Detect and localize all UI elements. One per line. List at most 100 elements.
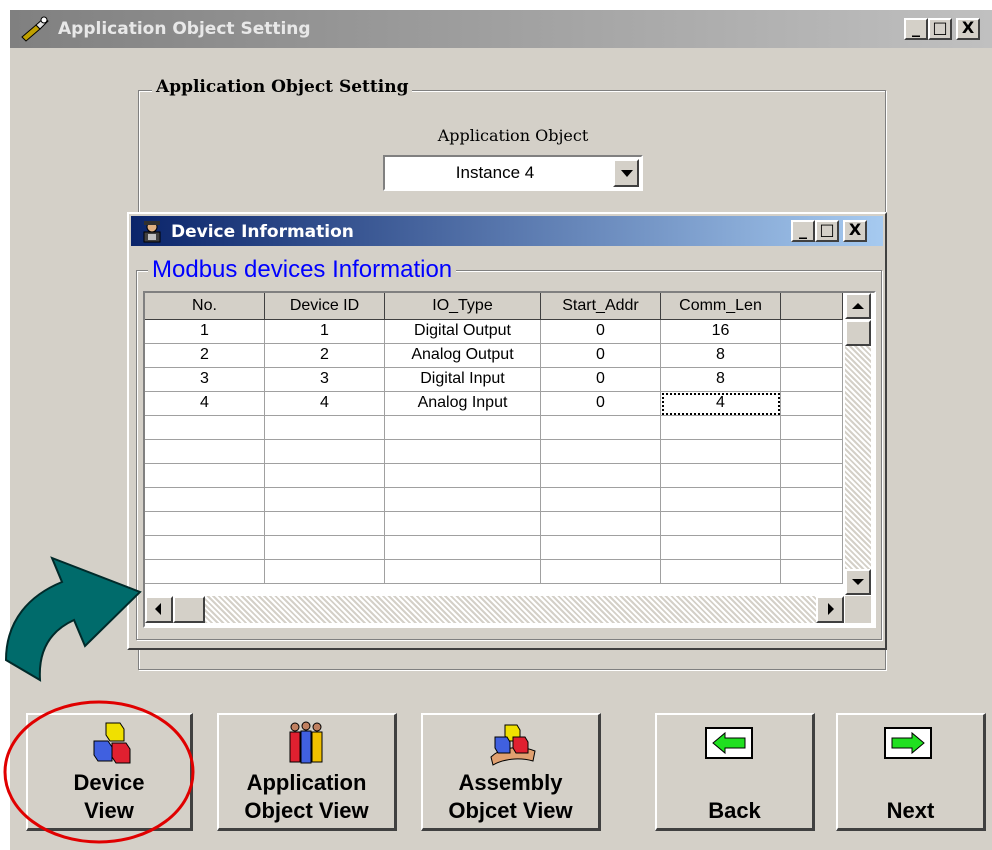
device-minimize-button[interactable]: _ (791, 220, 815, 242)
table-cell-empty[interactable] (385, 512, 541, 536)
device-close-button[interactable]: X (843, 220, 867, 242)
maximize-button[interactable]: □ (928, 18, 952, 40)
table-cell[interactable]: 8 (661, 368, 781, 392)
application-object-view-button[interactable]: Application Object View (217, 713, 397, 831)
column-header[interactable]: No. (145, 293, 265, 320)
vertical-scroll-thumb[interactable] (845, 320, 871, 346)
table-cell-empty[interactable] (661, 488, 781, 512)
next-label: Next (886, 798, 935, 823)
table-cell-empty[interactable] (661, 512, 781, 536)
table-cell-empty[interactable] (541, 464, 661, 488)
table-cell[interactable]: Analog Output (385, 344, 541, 368)
wrench-icon (21, 16, 49, 42)
table-cell-empty[interactable] (145, 464, 265, 488)
table-cell-empty[interactable] (541, 512, 661, 536)
table-cell-empty[interactable] (661, 440, 781, 464)
minimize-button[interactable]: _ (904, 18, 928, 40)
table-cell-empty[interactable] (661, 416, 781, 440)
table-cell-empty[interactable] (145, 416, 265, 440)
table-cell[interactable]: Digital Input (385, 368, 541, 392)
table-cell-empty[interactable] (385, 440, 541, 464)
table-cell-empty[interactable] (781, 344, 843, 368)
device-maximize-button[interactable]: □ (815, 220, 839, 242)
next-button[interactable]: Next (836, 713, 986, 831)
table-cell-empty[interactable] (541, 560, 661, 584)
table-cell-empty[interactable] (781, 536, 843, 560)
table-cell-empty[interactable] (661, 464, 781, 488)
table-cell[interactable]: 2 (265, 344, 385, 368)
table-cell-empty[interactable] (145, 560, 265, 584)
table-cell[interactable]: 16 (661, 320, 781, 344)
highlight-circle (3, 700, 195, 844)
scroll-right-button[interactable] (816, 596, 844, 623)
column-header[interactable]: Device ID (265, 293, 385, 320)
horizontal-scroll-thumb[interactable] (173, 596, 205, 623)
next-arrow-icon (884, 727, 932, 759)
device-table[interactable]: No. Device ID IO_Type Start_Addr Comm_Len 1 1 D… (143, 291, 876, 628)
table-cell-empty[interactable] (541, 536, 661, 560)
table-cell-empty[interactable] (385, 560, 541, 584)
scroll-down-button[interactable] (845, 569, 871, 595)
table-cell-empty[interactable] (385, 488, 541, 512)
back-button[interactable]: Back (655, 713, 815, 831)
table-cell[interactable]: 0 (541, 320, 661, 344)
table-cell-empty[interactable] (661, 536, 781, 560)
table-cell-empty[interactable] (265, 560, 385, 584)
table-cell[interactable]: 4 (145, 392, 265, 416)
application-object-select[interactable]: Instance 4 (383, 155, 643, 191)
table-cell-empty[interactable] (265, 440, 385, 464)
table-cell-empty[interactable] (781, 368, 843, 392)
table-cell-empty[interactable] (781, 464, 843, 488)
table-cell-empty[interactable] (661, 560, 781, 584)
table-cell-empty[interactable] (145, 488, 265, 512)
table-cell-empty[interactable] (781, 320, 843, 344)
table-cell-focused[interactable]: 4 (661, 392, 781, 416)
chevron-down-icon[interactable] (613, 159, 639, 187)
table-cell[interactable]: 1 (145, 320, 265, 344)
table-cell-empty[interactable] (145, 440, 265, 464)
table-cell-empty[interactable] (145, 536, 265, 560)
table-cell-empty[interactable] (265, 464, 385, 488)
table-cell-empty[interactable] (265, 512, 385, 536)
table-cell-empty[interactable] (781, 560, 843, 584)
table-cell[interactable]: Digital Output (385, 320, 541, 344)
table-cell[interactable]: 2 (145, 344, 265, 368)
table-cell-empty[interactable] (781, 488, 843, 512)
table-cell-empty[interactable] (385, 536, 541, 560)
assembly-view-label-1: Assembly (458, 770, 563, 795)
table-cell-empty[interactable] (145, 512, 265, 536)
scroll-up-button[interactable] (845, 293, 871, 319)
table-cell-empty[interactable] (781, 440, 843, 464)
assembly-object-view-button[interactable]: Assembly Objcet View (421, 713, 601, 831)
table-cell-empty[interactable] (541, 440, 661, 464)
table-cell-empty[interactable] (265, 416, 385, 440)
table-cell[interactable]: 0 (541, 368, 661, 392)
table-cell[interactable]: 4 (265, 392, 385, 416)
table-cell[interactable]: 3 (265, 368, 385, 392)
table-cell-empty[interactable] (541, 416, 661, 440)
horizontal-scroll-track[interactable] (205, 596, 816, 623)
table-cell[interactable]: 1 (265, 320, 385, 344)
column-header-empty[interactable] (781, 293, 843, 320)
table-cell-empty[interactable] (781, 512, 843, 536)
assembly-view-label-2: Objcet View (448, 798, 573, 823)
table-cell-empty[interactable] (781, 392, 843, 416)
table-cell-empty[interactable] (541, 488, 661, 512)
table-cell-empty[interactable] (385, 464, 541, 488)
vertical-scroll-track[interactable] (845, 346, 871, 569)
table-cell-empty[interactable] (781, 416, 843, 440)
column-header[interactable]: IO_Type (385, 293, 541, 320)
close-button[interactable]: X (956, 18, 980, 40)
column-header[interactable]: Start_Addr (541, 293, 661, 320)
table-cell[interactable]: 8 (661, 344, 781, 368)
device-title-bar: Device Information _ □ X (131, 216, 883, 246)
table-cell[interactable]: 0 (541, 344, 661, 368)
table-cell-empty[interactable] (265, 488, 385, 512)
table-cell[interactable]: 3 (145, 368, 265, 392)
table-cell-empty[interactable] (385, 416, 541, 440)
app-object-view-label-1: Application (246, 770, 367, 795)
table-cell-empty[interactable] (265, 536, 385, 560)
column-header[interactable]: Comm_Len (661, 293, 781, 320)
table-cell[interactable]: 0 (541, 392, 661, 416)
table-cell[interactable]: Analog Input (385, 392, 541, 416)
